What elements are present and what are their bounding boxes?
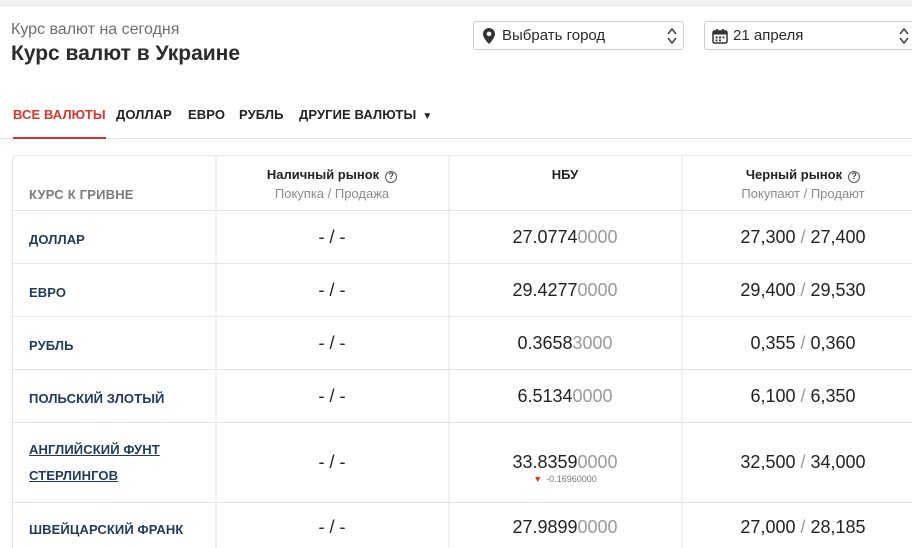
- help-icon[interactable]: ?: [385, 171, 398, 183]
- tab-all-currencies[interactable]: ВСЕ ВАЛЮТЫ: [13, 96, 106, 139]
- table-row: АНГЛИЙСКИЙ ФУНТ СТЕРЛИНГОВ - / - 33.8359…: [13, 423, 912, 503]
- cash-rate: - / -: [318, 333, 346, 353]
- exchange-rate-table: КУРС К ГРИВНЕ Наличный рынок? Покупка / …: [12, 155, 912, 548]
- nbu-rate: 27.07740000: [512, 227, 618, 247]
- table-row: ШВЕЙЦАРСКИЙ ФРАНК - / - 27.98990000 27,0…: [13, 503, 912, 548]
- city-select[interactable]: Выбрать город: [473, 21, 684, 50]
- nbu-rate-change: ▼ -0.16960000: [533, 474, 597, 484]
- cash-rate: - / -: [318, 452, 346, 472]
- date-select[interactable]: 21 апреля: [704, 21, 912, 50]
- table-row: ЕВРО - / - 29.42770000 29,400 / 29,530: [13, 264, 912, 317]
- cash-rate: - / -: [318, 517, 346, 537]
- table-row: ДОЛЛАР - / - 27.07740000 27,300 / 27,400: [13, 211, 912, 264]
- tab-euro[interactable]: ЕВРО: [188, 96, 225, 139]
- page-subtitle: Курс валют на сегодня: [11, 21, 180, 38]
- black-market-rate: 27,000 / 28,185: [740, 517, 866, 537]
- nbu-rate: 29.42770000: [512, 280, 618, 300]
- tab-ruble[interactable]: РУБЛЬ: [239, 96, 284, 139]
- black-market-header: Черный рынок? Покупают / Продают: [741, 167, 865, 201]
- black-market-rate: 0,355 / 0,360: [750, 333, 856, 353]
- cash-rate: - / -: [318, 280, 346, 300]
- select-arrows-icon: [899, 27, 909, 45]
- tab-dollar[interactable]: ДОЛЛАР: [116, 96, 172, 139]
- nbu-rate: 0.36583000: [517, 333, 613, 353]
- cash-market-header: Наличный рынок? Покупка / Продажа: [217, 156, 447, 210]
- city-select-label: Выбрать город: [502, 27, 606, 44]
- tab-other-currencies[interactable]: ДРУГИЕ ВАЛЮТЫ ▼: [299, 96, 432, 139]
- nbu-rate: 33.83590000: [512, 452, 618, 472]
- cash-rate: - / -: [318, 386, 346, 406]
- black-market-rate: 29,400 / 29,530: [740, 280, 866, 300]
- help-icon[interactable]: ?: [848, 171, 861, 183]
- currency-name-link[interactable]: ЕВРО: [29, 285, 66, 300]
- page-title: Курс валют в Украине: [11, 42, 241, 65]
- currency-name-link[interactable]: ШВЕЙЦАРСКИЙ ФРАНК: [29, 522, 183, 537]
- black-market-rate: 32,500 / 34,000: [740, 452, 866, 472]
- currency-name-link[interactable]: РУБЛЬ: [29, 338, 74, 353]
- nbu-rate: 6.51340000: [517, 386, 613, 406]
- select-arrows-icon: [667, 27, 677, 45]
- arrow-down-icon: ▼: [533, 474, 543, 484]
- currency-name-link[interactable]: ДОЛЛАР: [29, 232, 85, 247]
- black-market-rate: 6,100 / 6,350: [750, 386, 856, 406]
- currency-name-link[interactable]: АНГЛИЙСКИЙ ФУНТ СТЕРЛИНГОВ: [29, 437, 179, 489]
- top-border: [0, 0, 912, 6]
- calendar-icon: [711, 27, 729, 45]
- map-pin-icon: [480, 27, 498, 45]
- currency-column-header: КУРС К ГРИВНЕ: [29, 187, 134, 202]
- table-row: РУБЛЬ - / - 0.36583000 0,355 / 0,360: [13, 317, 912, 370]
- currency-name-link[interactable]: ПОЛЬСКИЙ ЗЛОТЫЙ: [29, 391, 164, 406]
- nbu-rate: 27.98990000: [512, 517, 618, 537]
- black-market-rate: 27,300 / 27,400: [740, 227, 866, 247]
- nbu-header: НБУ: [551, 167, 579, 182]
- chevron-down-icon: ▼: [422, 111, 433, 122]
- table-row: ПОЛЬСКИЙ ЗЛОТЫЙ - / - 6.51340000 6,100 /…: [13, 370, 912, 423]
- currency-tabs: ВСЕ ВАЛЮТЫ ДОЛЛАР ЕВРО РУБЛЬ ДРУГИЕ ВАЛЮ…: [0, 96, 912, 139]
- date-select-label: 21 апреля: [733, 27, 804, 44]
- cash-rate: - / -: [318, 227, 346, 247]
- table-header-row: КУРС К ГРИВНЕ Наличный рынок? Покупка / …: [13, 156, 912, 211]
